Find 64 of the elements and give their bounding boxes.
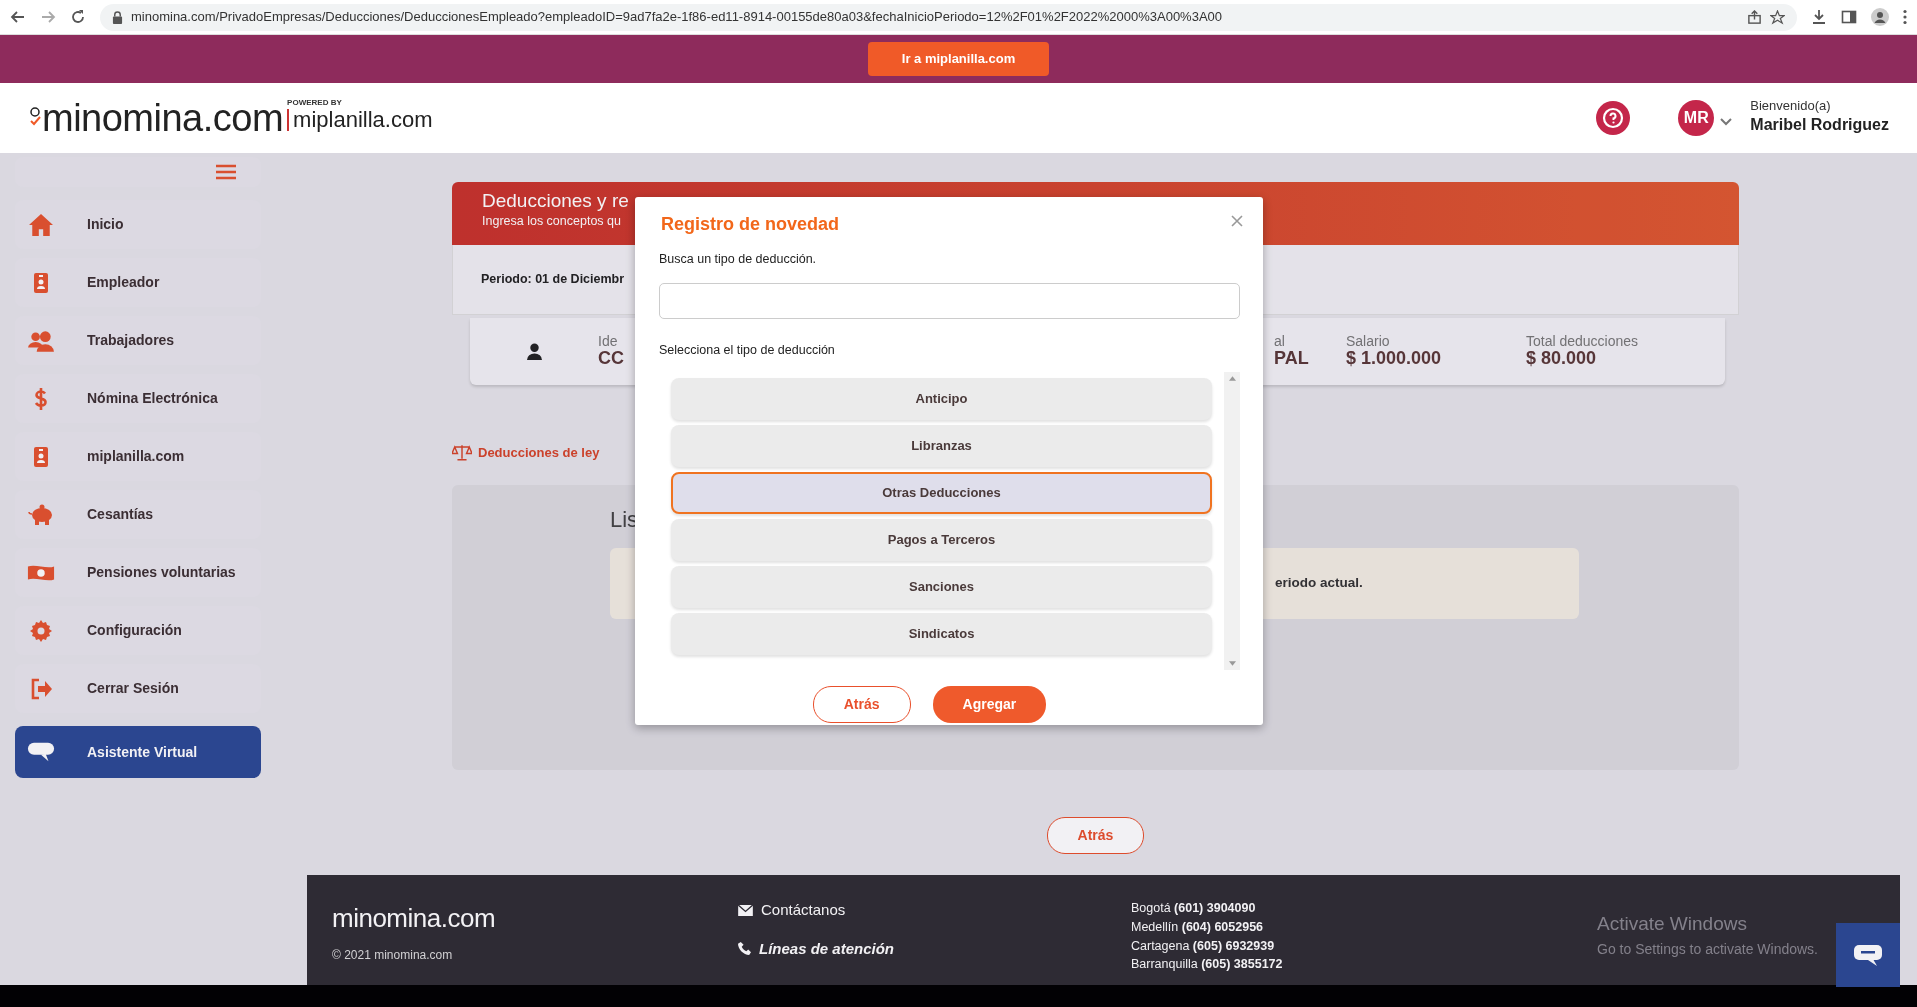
user-name: Maribel Rodriguez: [1750, 115, 1889, 136]
deduction-option[interactable]: Otras Deducciones: [671, 471, 1212, 514]
sidebar-item[interactable]: Asistente Virtual: [15, 726, 261, 778]
page-subtitle: Ingresa los conceptos qu: [482, 212, 621, 230]
envelope-icon: [738, 904, 753, 916]
field-label: al: [1274, 333, 1285, 350]
menu-icon[interactable]: [1903, 9, 1907, 25]
alert-text: eriodo actual.: [1275, 573, 1363, 592]
phone-line: Cartagena (605) 6932939: [1131, 937, 1276, 955]
reload-icon[interactable]: [70, 9, 86, 25]
phone-line: Medellín (604) 6052956: [1131, 918, 1265, 936]
chat-bubble-icon: [1853, 943, 1883, 967]
logo[interactable]: minomina.com: [42, 89, 284, 147]
field-label: Ide: [598, 333, 618, 350]
deduction-option[interactable]: Libranzas: [671, 424, 1212, 467]
page-title: Deducciones y re: [482, 190, 629, 212]
field-value: $ 80.000: [1526, 349, 1597, 370]
back-icon[interactable]: [10, 9, 26, 25]
close-icon: [1231, 214, 1243, 227]
phone-line: Bogotá (601) 3904090: [1131, 900, 1257, 917]
activation-title: Activate Windows: [1597, 912, 1748, 936]
field-value: PAL: [1274, 349, 1309, 370]
modal-title: Registro de novedad: [661, 213, 840, 236]
back-button[interactable]: Atrás: [812, 685, 911, 723]
chat-button[interactable]: [1836, 923, 1900, 987]
back-button[interactable]: Atrás: [1046, 816, 1145, 854]
help-icon[interactable]: [1596, 101, 1631, 135]
lock-icon: [112, 10, 123, 24]
activation-subtitle: Go to Settings to activate Windows.: [1597, 939, 1818, 959]
copyright-text: © 2021 minomina.com: [332, 947, 454, 964]
profile-icon[interactable]: [1871, 8, 1889, 26]
share-icon[interactable]: [1747, 9, 1762, 25]
deduction-option[interactable]: Pagos a Terceros: [671, 518, 1212, 561]
avatar[interactable]: MR: [1678, 100, 1715, 136]
powered-by-label: POWERED BY: [287, 97, 343, 109]
chevron-down-icon[interactable]: [1720, 118, 1733, 126]
field-value: $ 1.000.000: [1346, 349, 1442, 370]
search-field[interactable]: [659, 282, 1240, 319]
person-icon: [526, 343, 542, 360]
footer-logo[interactable]: minomina.com: [332, 899, 738, 938]
address-bar[interactable]: minomina.com/PrivadoEmpresas/Deducciones/DeduccionesEmpleado?empleadoID=9ad7fa2e-1f86-ed11-8914-00155de80a03&fechaInicioPeriodo=12%2F01%2F2022%2000%3A00%3A00: [100, 3, 1797, 31]
period-text: Periodo: 01 de Diciembr: [481, 271, 625, 289]
users-icon: [27, 328, 55, 353]
deduction-option[interactable]: Anticipo: [671, 377, 1212, 420]
download-icon[interactable]: [1811, 9, 1827, 25]
partner-logo[interactable]: miplanilla.com: [287, 109, 433, 131]
deduction-option[interactable]: Sindicatos: [671, 612, 1212, 655]
search-label: Busca un tipo de deducción.: [659, 251, 817, 268]
star-icon[interactable]: [1770, 9, 1785, 25]
piggy-bank-icon: [27, 502, 55, 527]
url-text: minomina.com/PrivadoEmpresas/Deducciones/DeduccionesEmpleado?empleadoID=9ad7fa2e-1f86-ed11-8914-00155de80a03&fechaInicioPeriodo=12%2F01%2F2022%2000%3A00%3A00: [131, 8, 1223, 27]
support-lines-link[interactable]: Líneas de atención: [759, 937, 895, 960]
contact-link[interactable]: Contáctanos: [761, 899, 846, 922]
phone-icon: [738, 942, 751, 956]
phone-line: Barranquilla (605) 3855172: [1131, 956, 1283, 974]
greeting-text: Bienvenido(a): [1750, 98, 1832, 114]
field-value: CC: [598, 349, 624, 370]
home-icon: [27, 212, 55, 237]
deduction-option[interactable]: Sanciones: [671, 565, 1212, 608]
side-panel-icon[interactable]: [1841, 9, 1857, 25]
scales-icon: [452, 444, 472, 462]
field-label: Salario: [1346, 333, 1390, 350]
field-label: Total deducciones: [1526, 333, 1639, 350]
list-label: Selecciona el tipo de deducción: [659, 341, 835, 359]
